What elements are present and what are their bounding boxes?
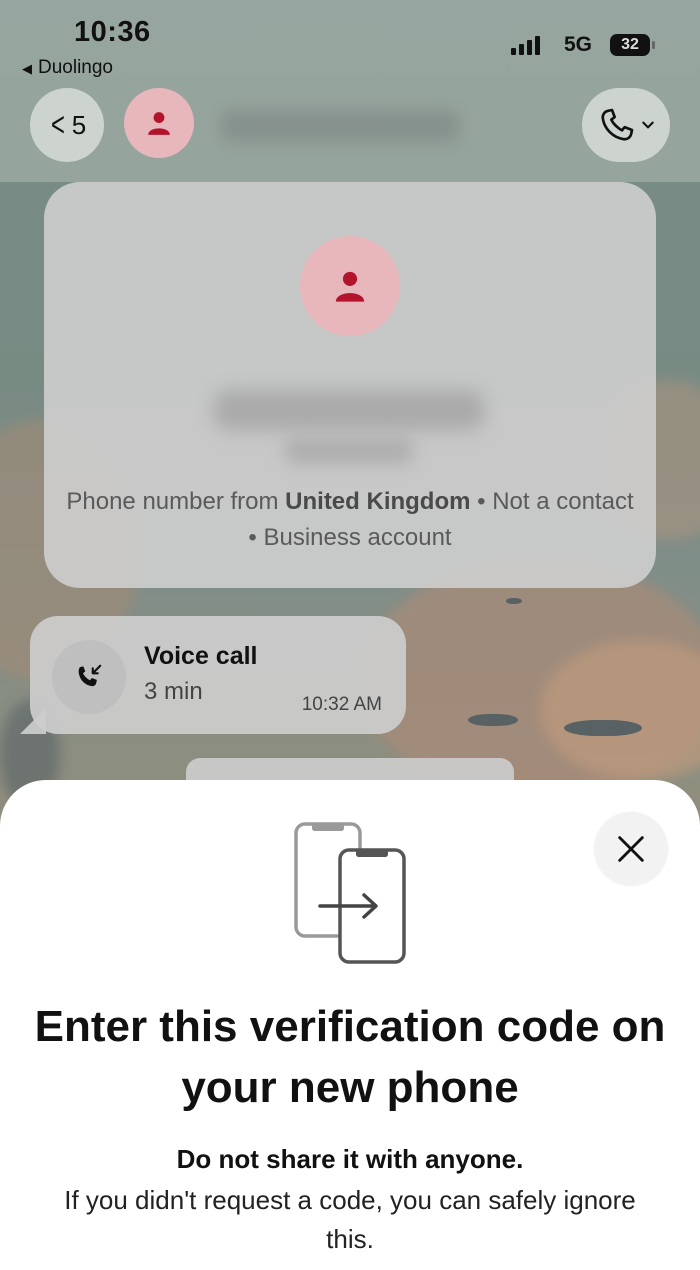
battery-level: 32 — [621, 36, 639, 53]
unread-count: 5 — [71, 109, 87, 140]
sheet-body: If you didn't request a code, you can sa… — [64, 1185, 636, 1254]
phone-transfer-icon — [294, 822, 406, 964]
person-icon — [335, 271, 365, 302]
voice-call-message[interactable]: Voice call 3 min 10:32 AM — [30, 616, 406, 734]
status-time: 10:36 — [74, 16, 151, 48]
chevron-down-icon — [642, 121, 654, 129]
battery-icon: 32 — [610, 34, 655, 56]
message-timestamp: 10:32 AM — [301, 694, 382, 715]
verification-sheet: Enter this verification code on your new… — [0, 780, 700, 1270]
back-button[interactable]: < 5 — [30, 88, 104, 162]
sheet-subtitle: Do not share it with anyone. — [176, 1144, 524, 1174]
chevron-left-icon: < — [50, 106, 65, 144]
back-triangle-icon: ◀ — [22, 61, 32, 76]
back-to-app-link[interactable]: ◀ Duolingo — [22, 57, 113, 79]
call-title: Voice call — [144, 642, 258, 670]
call-duration: 3 min — [144, 678, 203, 705]
person-icon — [148, 112, 170, 135]
status-bar: 10:36 ◀ Duolingo 5G 32 — [0, 0, 700, 82]
signal-icon — [511, 36, 540, 55]
phone-icon — [601, 108, 634, 141]
contact-name-blurred — [214, 390, 484, 430]
contact-info-text: Phone number from United Kingdom • Not a… — [64, 484, 636, 556]
back-app-label: Duolingo — [38, 57, 113, 78]
incoming-call-icon — [52, 640, 126, 714]
contact-number-blurred — [284, 438, 414, 464]
network-type: 5G — [563, 33, 592, 56]
contact-info-card: Phone number from United Kingdom • Not a… — [44, 182, 656, 588]
close-button[interactable] — [594, 812, 668, 886]
contact-name-blurred — [220, 110, 460, 142]
contact-avatar[interactable] — [124, 88, 194, 158]
close-icon — [618, 836, 644, 862]
sheet-title: Enter this verification code on your new… — [34, 1002, 666, 1112]
contact-avatar-large — [300, 236, 400, 336]
info-prefix: Phone number from — [66, 488, 286, 515]
call-button[interactable] — [582, 88, 670, 162]
info-country: United Kingdom — [285, 488, 471, 515]
